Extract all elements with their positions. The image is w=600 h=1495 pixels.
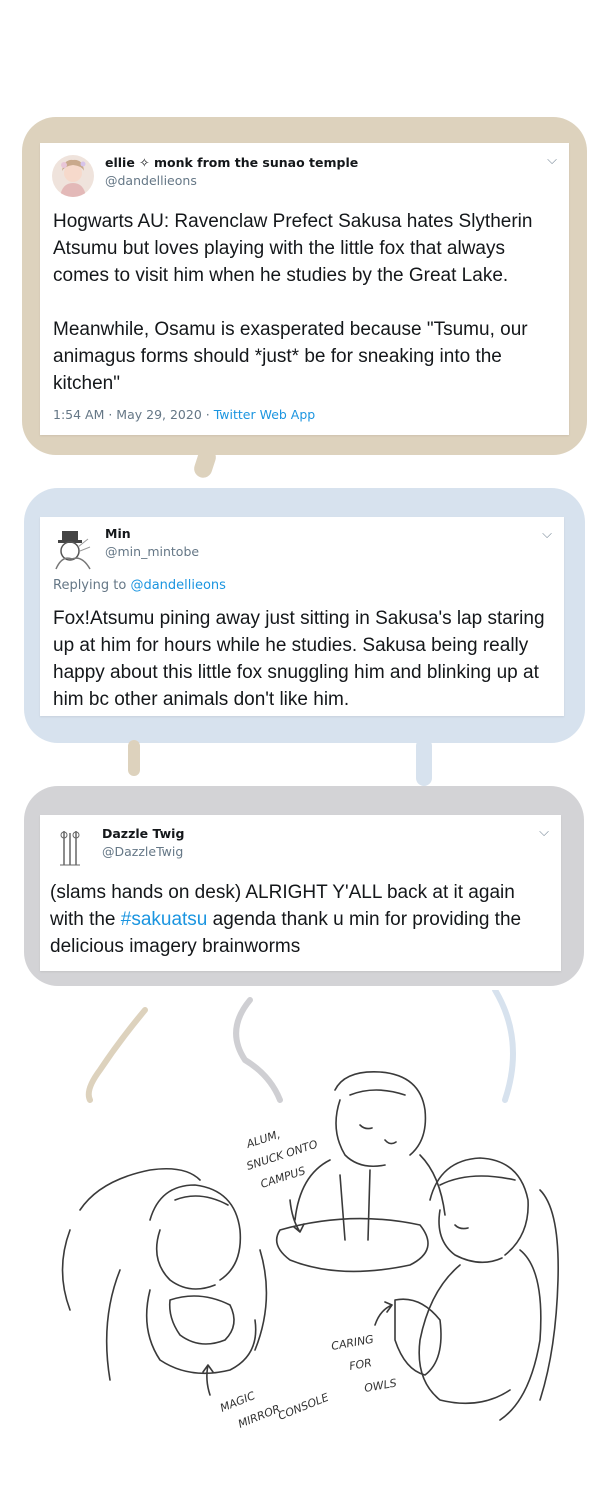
annotation-text: ALUM, — [244, 1128, 282, 1151]
annotation-text: FOR — [348, 1356, 373, 1373]
speech-bubble-tail — [416, 738, 432, 786]
avatar[interactable] — [52, 827, 94, 869]
author-name[interactable]: Dazzle Twig — [102, 826, 184, 841]
author-name[interactable]: ellie ✧ monk from the sunao temple — [105, 155, 358, 170]
annotation-text: CONSOLE — [276, 1391, 330, 1423]
tweet-body: (slams hands on desk) ALRIGHT Y'ALL back… — [50, 879, 549, 960]
sketch-illustration: ALUM, SNUCK ONTO CAMPUS CARING FOR OWLS … — [61, 990, 559, 1431]
avatar[interactable] — [52, 529, 94, 571]
chevron-down-icon[interactable]: ⌵ — [539, 825, 549, 840]
annotation-text: OWLS — [363, 1376, 397, 1394]
chevron-down-icon[interactable]: ⌵ — [547, 153, 557, 168]
author-handle[interactable]: @dandellieons — [105, 173, 197, 188]
chevron-down-icon[interactable]: ⌵ — [542, 527, 552, 542]
tweet-meta: 1:54 AM · May 29, 2020 · Twitter Web App — [53, 407, 315, 422]
tweet-paragraph: Meanwhile, Osamu is exasperated because … — [53, 319, 528, 394]
tweet-body: Fox!Atsumu pining away just sitting in S… — [53, 608, 545, 710]
timestamp[interactable]: 1:54 AM · May 29, 2020 · — [53, 407, 214, 422]
replying-to-link[interactable]: @dandellieons — [130, 578, 226, 593]
annotation-text: MAGIC — [218, 1389, 257, 1415]
author-handle[interactable]: @DazzleTwig — [102, 844, 183, 859]
tweet-card[interactable]: Dazzle Twig @DazzleTwig ⌵ (slams hands o… — [40, 815, 561, 971]
author-handle[interactable]: @min_mintobe — [105, 544, 199, 559]
annotation-text: CAMPUS — [259, 1164, 307, 1191]
avatar[interactable] — [52, 155, 94, 197]
author-name[interactable]: Min — [105, 526, 131, 541]
tweet-body: Hogwarts AU: Ravenclaw Prefect Sakusa ha… — [53, 208, 557, 397]
replying-prefix: Replying to — [53, 578, 131, 593]
tweet-card[interactable]: ellie ✧ monk from the sunao temple @dand… — [40, 143, 569, 435]
hashtag-link[interactable]: #sakuatsu — [121, 909, 208, 930]
tweet-paragraph: Hogwarts AU: Ravenclaw Prefect Sakusa ha… — [53, 211, 533, 286]
source-link[interactable]: Twitter Web App — [214, 407, 316, 422]
speech-bubble-tail — [128, 740, 140, 776]
tweet-card[interactable]: Min @min_mintobe ⌵ Replying to @dandelli… — [40, 517, 564, 716]
annotation-text: CARING — [330, 1333, 374, 1353]
replying-to: Replying to @dandellieons — [53, 578, 226, 593]
